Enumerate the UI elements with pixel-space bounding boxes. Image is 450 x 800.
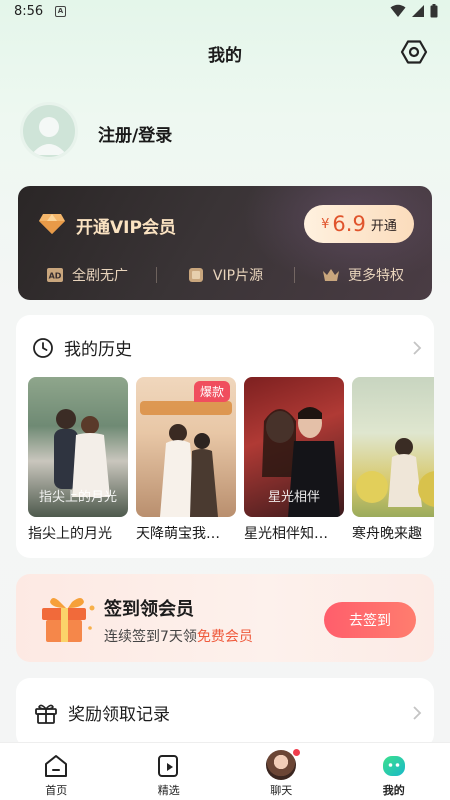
diamond-icon (39, 214, 65, 234)
poster-image[interactable] (352, 377, 434, 517)
play-square-icon (157, 755, 178, 777)
poster-image[interactable]: 指尖上的月光 (28, 377, 128, 517)
tab-label: 首页 (45, 784, 68, 797)
history-item[interactable]: 星光相伴 星光相伴知… (244, 377, 344, 547)
unread-dot (293, 749, 301, 756)
poster-image[interactable]: 星光相伴 (244, 377, 344, 517)
tab-label: 聊天 (270, 784, 293, 797)
gift-outline-icon (35, 704, 57, 724)
history-item[interactable]: 爆款 天降萌宝我… (136, 377, 236, 547)
login-register-link[interactable]: 注册/登录 (98, 121, 172, 146)
vip-perks: AD 全剧无广 VIP片源 更多特权 (18, 264, 432, 286)
home-icon (45, 755, 68, 777)
history-item[interactable]: 寒舟晚来趣 (352, 377, 434, 547)
crown-icon (323, 269, 339, 281)
signal-icon (412, 5, 424, 17)
reward-title: 奖励领取记录 (68, 705, 170, 725)
perk-ad-free: AD 全剧无广 (18, 264, 156, 286)
wifi-icon (390, 4, 406, 17)
title-bar: 我的 (0, 34, 450, 70)
signin-title: 签到领会员 (104, 599, 194, 620)
reward-header: 奖励领取记录 (34, 700, 170, 725)
perk-label: VIP片源 (212, 268, 264, 284)
default-avatar-icon (31, 117, 67, 155)
gift-box-icon (42, 598, 95, 642)
status-time: 8:56 (14, 4, 44, 19)
avatar[interactable] (20, 102, 78, 160)
chat-avatar-icon (266, 750, 297, 780)
vip-open-button[interactable]: ¥ 6.9 开通 (304, 205, 414, 243)
history-list: 指尖上的月光 指尖上的月光 爆款 天降萌宝我… 星光相伴 星光相伴知… 寒舟晚来… (28, 377, 434, 547)
poster-name[interactable]: 寒舟晚来趣 (352, 523, 434, 543)
status-icons (390, 4, 438, 18)
ad-free-icon: AD (47, 268, 63, 282)
settings-hexagon-icon[interactable] (400, 38, 428, 66)
signin-subtitle: 连续签到7天领免费会员 (104, 626, 253, 646)
history-title: 我的历史 (64, 340, 132, 360)
signin-card[interactable]: 签到领会员 连续签到7天领免费会员 去签到 (16, 574, 434, 662)
poster-caption: 指尖上的月光 (38, 490, 117, 505)
battery-icon (430, 4, 438, 18)
perk-label: 更多特权 (348, 268, 404, 284)
signin-highlight: 免费会员 (196, 629, 253, 645)
poster-art (356, 438, 434, 507)
tab-label: 精选 (157, 784, 180, 797)
page-title: 我的 (208, 46, 242, 66)
tab-chat[interactable]: 聊天 (225, 743, 338, 800)
notification-a-icon: A (55, 6, 66, 17)
poster-name[interactable]: 星光相伴知… (244, 523, 344, 543)
chevron-right-icon[interactable] (412, 706, 422, 720)
reward-records-row[interactable]: 奖励领取记录 (16, 678, 434, 748)
tab-home[interactable]: 首页 (0, 743, 113, 800)
me-icon (382, 756, 405, 776)
poster-caption: 星光相伴 (267, 490, 320, 505)
perk-vip-source: VIP片源 (156, 264, 294, 286)
perk-label: 全剧无广 (72, 268, 128, 284)
vip-price-symbol: ¥ (321, 216, 330, 232)
tab-featured[interactable]: 精选 (113, 743, 226, 800)
signin-button[interactable]: 去签到 (324, 602, 416, 638)
history-card: 我的历史 指尖上的月光 指尖上的月光 爆款 天降萌宝我… 星光相伴 星光相伴知…… (16, 315, 434, 558)
hot-badge: 爆款 (193, 381, 230, 402)
vip-price: 6.9 (332, 212, 366, 236)
poster-name[interactable]: 指尖上的月光 (28, 523, 128, 543)
vip-open-label: 开通 (370, 218, 397, 234)
vip-title: 开通VIP会员 (76, 218, 176, 238)
history-item[interactable]: 指尖上的月光 指尖上的月光 (28, 377, 128, 547)
history-header[interactable]: 我的历史 (32, 335, 132, 360)
svg-text:AD: AD (49, 272, 62, 281)
bottom-tab-bar: 首页 精选 聊天 我的 (0, 742, 450, 800)
chevron-right-icon[interactable] (412, 341, 422, 355)
tab-me[interactable]: 我的 (338, 743, 450, 800)
poster-name[interactable]: 天降萌宝我… (136, 523, 236, 543)
clock-icon (33, 337, 53, 358)
profile-section[interactable]: 注册/登录 (20, 102, 430, 162)
signin-subtitle-text: 连续签到7天领 (104, 629, 197, 645)
vip-card[interactable]: 开通VIP会员 ¥ 6.9 开通 AD 全剧无广 VIP片源 更多特权 (18, 186, 432, 300)
status-bar: 8:56 A (0, 0, 450, 26)
tab-label: 我的 (382, 784, 405, 797)
poster-image[interactable]: 爆款 (136, 377, 236, 517)
vip-source-icon (188, 268, 203, 282)
perk-more: 更多特权 (294, 264, 432, 286)
